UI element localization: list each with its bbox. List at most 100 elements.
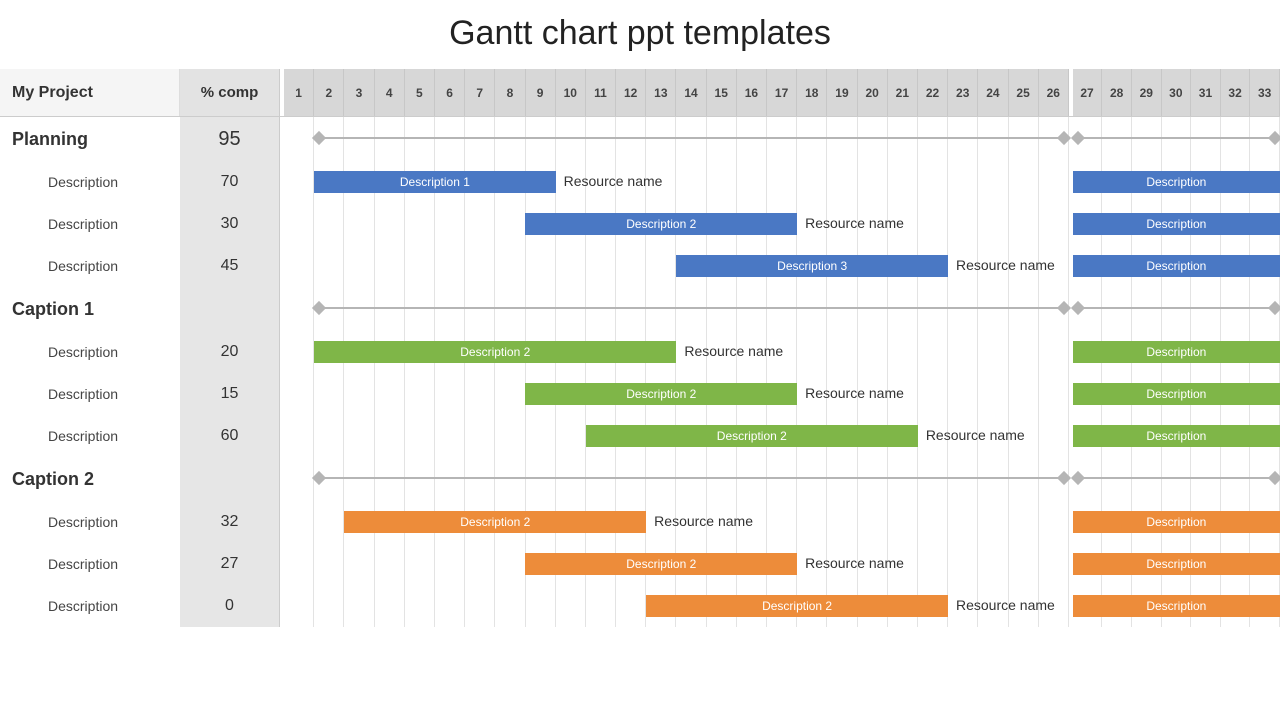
task-bar-side: Description — [1073, 171, 1280, 193]
task-bar-side: Description — [1073, 255, 1280, 277]
group-row: Caption 2 — [0, 457, 1280, 501]
gantt-chart: My Project % comp 1234567891011121314151… — [0, 69, 1280, 627]
resource-label: Resource name — [684, 343, 783, 359]
timeline-tick: 9 — [526, 69, 556, 116]
task-percent: 60 — [180, 415, 280, 457]
timeline-tick: 16 — [737, 69, 767, 116]
timeline-tick: 17 — [767, 69, 797, 116]
timeline-tick: 10 — [556, 69, 586, 116]
task-bar-side: Description — [1073, 511, 1280, 533]
task-timeline: Description 2Resource nameDescription — [284, 543, 1280, 585]
task-timeline: Description 2Resource nameDescription — [284, 331, 1280, 373]
group-timeline — [284, 117, 1280, 161]
resource-label: Resource name — [956, 597, 1055, 613]
resource-label: Resource name — [805, 215, 904, 231]
task-bar: Description 2 — [525, 553, 797, 575]
task-percent: 20 — [180, 331, 280, 373]
group-label: Planning — [0, 129, 180, 150]
task-label: Description — [0, 386, 180, 402]
timeline-tick: 4 — [375, 69, 405, 116]
timeline-tick: 7 — [465, 69, 495, 116]
timeline-tick: 8 — [495, 69, 525, 116]
timeline-tick: 31 — [1191, 69, 1221, 116]
timeline-tick: 30 — [1162, 69, 1192, 116]
group-label: Caption 2 — [0, 469, 180, 490]
task-label: Description — [0, 428, 180, 444]
task-label: Description — [0, 174, 180, 190]
task-bar: Description 2 — [525, 213, 797, 235]
resource-label: Resource name — [805, 385, 904, 401]
timeline-tick: 2 — [314, 69, 344, 116]
timeline-tick: 15 — [707, 69, 737, 116]
timeline-tick: 23 — [948, 69, 978, 116]
task-percent: 70 — [180, 161, 280, 203]
group-timeline — [284, 287, 1280, 331]
group-bracket — [314, 133, 1069, 143]
timeline-tick: 28 — [1102, 69, 1132, 116]
task-row: Description60Description 2Resource nameD… — [0, 415, 1280, 457]
timeline-tick: 14 — [676, 69, 706, 116]
timeline-tick: 12 — [616, 69, 646, 116]
timeline-tick: 33 — [1250, 69, 1280, 116]
timeline-tick: 18 — [797, 69, 827, 116]
group-percent — [180, 457, 280, 501]
task-bar: Description 3 — [676, 255, 948, 277]
task-bar: Description 2 — [525, 383, 797, 405]
task-row: Description70Description 1Resource nameD… — [0, 161, 1280, 203]
group-bracket — [314, 473, 1069, 483]
task-bar: Description 2 — [586, 425, 918, 447]
task-bar-side: Description — [1073, 425, 1280, 447]
timeline-tick: 32 — [1221, 69, 1251, 116]
group-row: Caption 1 — [0, 287, 1280, 331]
resource-label: Resource name — [654, 513, 753, 529]
page-title: Gantt chart ppt templates — [0, 0, 1280, 69]
timeline-tick: 26 — [1039, 69, 1069, 116]
header-timeline: 1234567891011121314151617181920212223242… — [284, 69, 1280, 116]
timeline-tick: 11 — [586, 69, 616, 116]
resource-label: Resource name — [926, 427, 1025, 443]
task-timeline: Description 3Resource nameDescription — [284, 245, 1280, 287]
task-timeline: Description 2 Resource name Description — [284, 415, 1280, 457]
task-timeline: Description 2 Resource name Description — [284, 203, 1280, 245]
task-label: Description — [0, 598, 180, 614]
task-row: Description0Description 2Resource nameDe… — [0, 585, 1280, 627]
task-percent: 32 — [180, 501, 280, 543]
timeline-tick: 6 — [435, 69, 465, 116]
task-percent: 15 — [180, 373, 280, 415]
resource-label: Resource name — [564, 173, 663, 189]
timeline-tick: 5 — [405, 69, 435, 116]
task-timeline: Description 2 Resource name Description — [284, 373, 1280, 415]
task-label: Description — [0, 216, 180, 232]
timeline-tick: 24 — [978, 69, 1008, 116]
task-bar-side: Description — [1073, 553, 1280, 575]
header-project: My Project — [0, 69, 180, 116]
task-percent: 27 — [180, 543, 280, 585]
task-bar: Description 2 — [344, 511, 646, 533]
timeline-tick: 29 — [1132, 69, 1162, 116]
task-timeline: Description 2 Resource name Description — [284, 501, 1280, 543]
group-percent: 95 — [180, 117, 280, 161]
task-label: Description — [0, 258, 180, 274]
group-timeline — [284, 457, 1280, 501]
task-label: Description — [0, 556, 180, 572]
task-bar: Description 1 — [314, 171, 555, 193]
group-row: Planning95 — [0, 117, 1280, 161]
timeline-tick: 20 — [858, 69, 888, 116]
task-row: Description30Description 2Resource nameD… — [0, 203, 1280, 245]
header-percent-complete: % comp — [180, 69, 280, 116]
task-timeline: Description 1 Resource name Description — [284, 161, 1280, 203]
timeline-tick: 25 — [1009, 69, 1039, 116]
task-label: Description — [0, 514, 180, 530]
timeline-tick: 3 — [344, 69, 374, 116]
task-timeline: Description 2Resource nameDescription — [284, 585, 1280, 627]
group-percent — [180, 287, 280, 331]
timeline-tick: 13 — [646, 69, 676, 116]
task-bar-side: Description — [1073, 383, 1280, 405]
task-row: Description20Description 2Resource nameD… — [0, 331, 1280, 373]
group-bracket — [314, 303, 1069, 313]
gantt-header: My Project % comp 1234567891011121314151… — [0, 69, 1280, 117]
group-label: Caption 1 — [0, 299, 180, 320]
task-percent: 30 — [180, 203, 280, 245]
task-bar-side: Description — [1073, 213, 1280, 235]
task-percent: 45 — [180, 245, 280, 287]
